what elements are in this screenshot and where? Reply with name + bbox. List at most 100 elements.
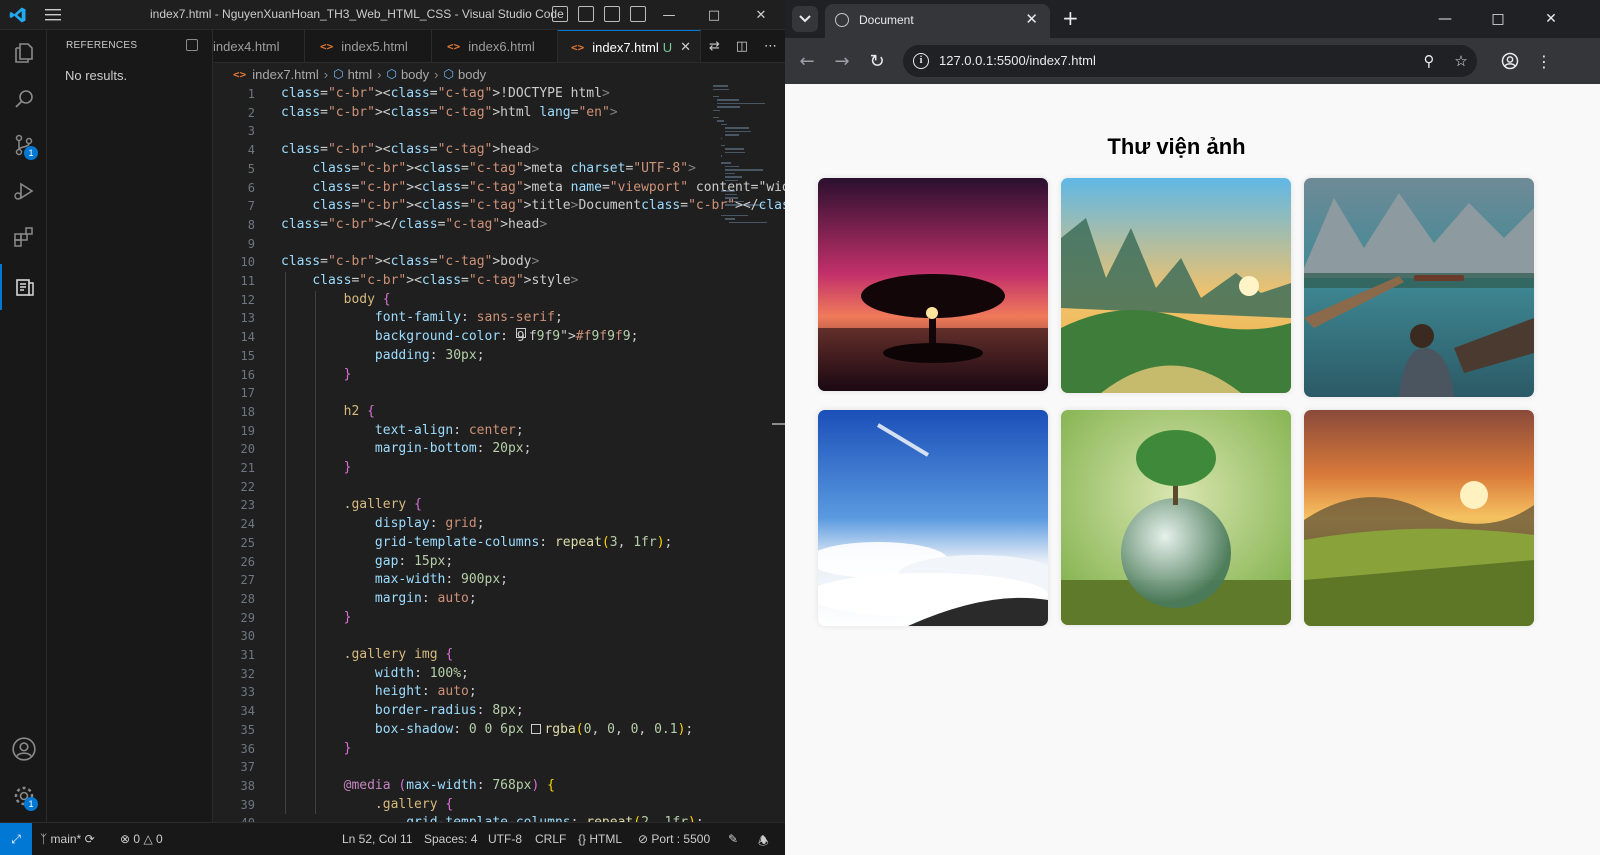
code-line[interactable]: 27 max-width: 900px; [213, 571, 785, 590]
extensions-icon[interactable] [0, 214, 47, 260]
toggle-primary-sidebar-icon[interactable] [552, 6, 568, 22]
hamburger-menu-icon[interactable] [45, 8, 61, 22]
code-line[interactable]: 30 [213, 627, 785, 646]
code-line[interactable]: 12 body { [213, 291, 785, 310]
code-line[interactable]: 39 .gallery { [213, 796, 785, 815]
breadcrumb-file[interactable]: index7.html [252, 67, 318, 82]
back-arrow-icon[interactable]: ← [795, 49, 819, 73]
code-line[interactable]: 35 box-shadow: 0 0 6px rgba(0, 0, 0, 0.1… [213, 721, 785, 740]
live-server-port[interactable]: ⊘ Port : 5500 [638, 832, 710, 846]
code-line[interactable]: 23 .gallery { [213, 496, 785, 515]
end-of-line[interactable]: CRLF [535, 832, 566, 846]
remote-indicator-icon[interactable]: ⤢ [0, 823, 32, 855]
browser-tab-document[interactable]: Document ✕ [825, 4, 1050, 38]
explorer-icon[interactable] [0, 30, 47, 76]
code-line[interactable]: 5 class="c-br"><class="c-tag">meta chars… [213, 160, 785, 179]
search-icon[interactable] [0, 76, 47, 122]
encoding[interactable]: UTF-8 [488, 832, 522, 846]
branch-indicator[interactable]: ᛉ main* ⟳ [40, 832, 95, 846]
run-debug-icon[interactable] [0, 168, 47, 214]
tab-index7[interactable]: <> index7.html U ✕ [558, 30, 701, 62]
site-info-icon[interactable]: i [913, 53, 929, 69]
code-line[interactable]: 32 width: 100%; [213, 665, 785, 684]
browser-minimize-button[interactable]: — [1422, 0, 1468, 38]
code-line[interactable]: 20 margin-bottom: 20px; [213, 440, 785, 459]
zoom-magnifier-icon[interactable]: ⚲ [1419, 51, 1439, 71]
browser-maximize-button[interactable]: □ [1475, 0, 1521, 38]
code-line[interactable]: 25 grid-template-columns: repeat(3, 1fr)… [213, 534, 785, 553]
code-line[interactable]: 19 text-align: center; [213, 422, 785, 441]
code-line[interactable]: 34 border-radius: 8px; [213, 702, 785, 721]
minimize-button[interactable]: — [647, 0, 691, 30]
cursor-position[interactable]: Ln 52, Col 11 [342, 832, 413, 846]
tab-index6[interactable]: <> index6.html [432, 30, 558, 62]
problems-indicator[interactable]: ⊗ 0 △ 0 [120, 832, 163, 846]
breadcrumb-body[interactable]: body [401, 67, 429, 82]
reload-icon[interactable]: ↻ [865, 49, 889, 73]
toggle-panel-icon[interactable] [578, 6, 594, 22]
code-line[interactable]: 29 } [213, 609, 785, 628]
code-line[interactable]: 37 [213, 758, 785, 777]
collapse-all-icon[interactable] [186, 39, 198, 51]
tab-close-icon[interactable]: ✕ [680, 39, 691, 55]
source-control-icon[interactable]: 1 [0, 122, 47, 168]
color-swatch[interactable] [531, 723, 542, 734]
code-line[interactable]: 8 class="c-br"></class="c-tag">head> [213, 216, 785, 235]
code-line[interactable]: 26 gap: 15px; [213, 553, 785, 572]
code-line[interactable]: 7 class="c-br"><class="c-tag">title>Docu… [213, 197, 785, 216]
code-line[interactable]: 38 @media (max-width: 768px) { [213, 777, 785, 796]
references-view-icon[interactable] [0, 264, 47, 310]
code-line[interactable]: 31 .gallery img { [213, 646, 785, 665]
code-line[interactable]: 9 [213, 235, 785, 254]
toggle-secondary-sidebar-icon[interactable] [604, 6, 620, 22]
browser-menu-kebab-icon[interactable]: ⋮ [1532, 49, 1556, 73]
code-line[interactable]: 1 class="c-br"><class="c-tag">!DOCTYPE ht… [213, 85, 785, 104]
customize-layout-icon[interactable] [630, 6, 646, 22]
address-bar[interactable]: i 127.0.0.1:5500/index7.html ⚲ ☆ [903, 45, 1477, 77]
tab-index5[interactable]: <> index5.html [305, 30, 432, 62]
open-changes-icon[interactable]: ⇄ [709, 39, 720, 54]
code-line[interactable]: 6 class="c-br"><class="c-tag">meta name=… [213, 179, 785, 198]
code-line[interactable]: 21 } [213, 459, 785, 478]
code-line[interactable]: 10 class="c-br"><class="c-tag">body> [213, 253, 785, 272]
code-line[interactable]: 4 class="c-br"><class="c-tag">head> [213, 141, 785, 160]
code-line[interactable]: 11 class="c-br"><class="c-tag">style> [213, 272, 785, 291]
code-line[interactable]: 15 padding: 30px; [213, 347, 785, 366]
code-line[interactable]: 36 } [213, 740, 785, 759]
code-line[interactable]: 16 } [213, 366, 785, 385]
sync-icon[interactable]: ⟳ [85, 832, 95, 846]
tab-close-icon[interactable]: ✕ [1025, 10, 1038, 28]
maximize-button[interactable]: □ [692, 0, 736, 30]
language-mode[interactable]: {} HTML [578, 832, 622, 846]
color-swatch[interactable]: 9 [515, 328, 526, 345]
code-line[interactable]: 13 font-family: sans-serif; [213, 309, 785, 328]
tab-search-button[interactable] [792, 6, 818, 32]
code-line[interactable]: 2 class="c-br"><class="c-tag">html lang="… [213, 104, 785, 123]
code-line[interactable]: 28 margin: auto; [213, 590, 785, 609]
code-line[interactable]: 24 display: grid; [213, 515, 785, 534]
url-text[interactable]: 127.0.0.1:5500/index7.html [939, 53, 1096, 68]
breadcrumb-html[interactable]: html [348, 67, 373, 82]
copilot-icon[interactable]: ✎ [728, 832, 738, 846]
code-line[interactable]: 33 height: auto; [213, 683, 785, 702]
code-line[interactable]: 40 grid-template-columns: repeat(2, 1fr)… [213, 814, 785, 822]
close-button[interactable]: ✕ [739, 0, 783, 30]
accounts-icon[interactable] [0, 726, 47, 772]
code-line[interactable]: 3 [213, 122, 785, 141]
split-editor-icon[interactable]: ◫ [736, 39, 748, 54]
new-tab-plus-icon[interactable]: + [1062, 7, 1079, 29]
breadcrumb-body-inner[interactable]: body [458, 67, 486, 82]
tab-index4[interactable]: index4.html [213, 30, 305, 62]
notifications-bell-icon[interactable]: 🕭 [758, 832, 769, 853]
bookmark-star-icon[interactable]: ☆ [1451, 51, 1471, 71]
indentation[interactable]: Spaces: 4 [424, 832, 477, 846]
profile-icon[interactable] [1498, 49, 1522, 73]
code-line[interactable]: 17 [213, 384, 785, 403]
code-editor[interactable]: 1 class="c-br"><class="c-tag">!DOCTYPE ht… [213, 85, 785, 822]
more-actions-icon[interactable]: ⋯ [764, 39, 777, 54]
browser-close-button[interactable]: ✕ [1528, 0, 1574, 38]
code-line[interactable]: 18 h2 { [213, 403, 785, 422]
code-line[interactable]: 14 background-color: 9 f9f9">#f9f9f9; [213, 328, 785, 347]
code-line[interactable]: 22 [213, 478, 785, 497]
forward-arrow-icon[interactable]: → [830, 49, 854, 73]
